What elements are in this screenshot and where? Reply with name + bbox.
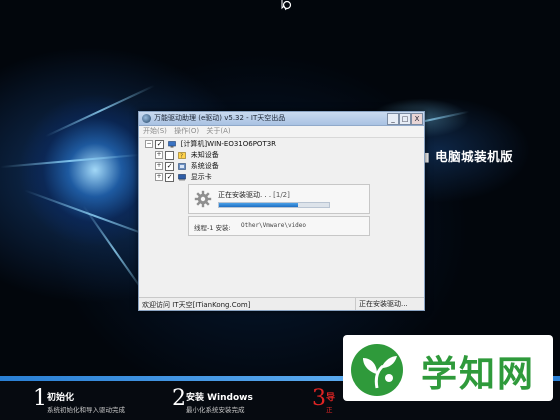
step-title: 安装 Windows	[186, 393, 253, 403]
tree-item-label: 显示卡	[190, 173, 212, 181]
step-title: 初始化	[47, 393, 75, 403]
tree-root-label: [计算机]WIN-EO31O6POT3R	[180, 140, 277, 148]
progress-bar-fill	[219, 203, 299, 207]
menu-operation[interactable]: 操作(O)	[174, 127, 199, 135]
checkbox-checked[interactable]: ✓	[165, 172, 175, 182]
watermark-text: 学知网	[421, 354, 536, 395]
step-number: 1	[33, 386, 47, 411]
checkbox-checked[interactable]: ✓	[155, 139, 165, 149]
display-adapter-icon	[178, 173, 187, 180]
mouse-cursor-icon	[281, 0, 292, 11]
unknown-device-icon: ?	[178, 151, 187, 159]
minimize-button[interactable]: _	[387, 113, 399, 125]
step-subtitle: 最小化系统安装完成	[186, 406, 245, 414]
watermark-logo: 学知网	[343, 335, 553, 401]
brand-line: ■ 电脑城装机版	[418, 149, 514, 164]
tree-item-label: 系统设备	[190, 162, 219, 170]
computer-icon	[168, 140, 177, 147]
tree-item-row[interactable]: + ✓ 系统设备	[145, 161, 276, 172]
step-number: 3	[312, 386, 326, 411]
progress-count: [1/2]	[273, 191, 290, 199]
progress-label: 正在安装驱动. . . [1/2]	[218, 190, 290, 200]
expand-icon[interactable]: +	[155, 173, 163, 181]
step-title: 导	[326, 393, 336, 403]
step-subtitle: 系统初始化和导入驱动完成	[47, 406, 125, 414]
step-subtitle: 正	[326, 406, 333, 414]
thread-path: Other\Vmware\video	[241, 222, 307, 229]
status-activity-text: 正在安装驱动...	[355, 298, 424, 310]
tree-item-label: 未知设备	[190, 151, 219, 159]
status-welcome-text[interactable]: 欢迎访问 IT天空[ITianKong.Com]	[142, 300, 250, 310]
tree-item-row[interactable]: + ? 未知设备	[145, 150, 276, 161]
light-streak	[0, 153, 140, 169]
collapse-icon[interactable]: −	[145, 140, 153, 148]
window-title: 万能驱动助理 (e驱动) v5.32 - IT天空出品	[154, 114, 286, 122]
close-button[interactable]: X	[411, 113, 423, 125]
menu-about[interactable]: 关于(A)	[206, 127, 230, 135]
checkbox-unchecked[interactable]	[165, 150, 175, 160]
driver-assistant-window: 万能驱动助理 (e驱动) v5.32 - IT天空出品 _ □ X 开始(S) …	[138, 111, 425, 311]
thread-status-panel: 线程-1 安装: Other\Vmware\video	[188, 216, 370, 236]
maximize-button[interactable]: □	[399, 113, 411, 125]
install-progress-panel: 正在安装驱动. . . [1/2]	[188, 184, 370, 214]
tree-item-row[interactable]: + ✓ 显示卡	[145, 172, 276, 183]
progress-bar	[218, 202, 330, 208]
app-icon	[142, 114, 151, 123]
thread-label: 线程-1 安装:	[194, 224, 231, 232]
sprout-logo-icon	[351, 344, 403, 396]
gear-icon	[194, 190, 212, 208]
menu-start[interactable]: 开始(S)	[143, 127, 167, 135]
checkbox-checked[interactable]: ✓	[165, 161, 175, 171]
menu-bar: 开始(S) 操作(O) 关于(A)	[139, 126, 424, 138]
tree-root-row[interactable]: − ✓ [计算机]WIN-EO31O6POT3R	[145, 139, 276, 150]
expand-icon[interactable]: +	[155, 162, 163, 170]
system-device-icon	[178, 162, 187, 170]
svg-text:?: ?	[181, 153, 184, 158]
status-bar: 欢迎访问 IT天空[ITianKong.Com] 正在安装驱动...	[139, 297, 424, 310]
device-tree: − ✓ [计算机]WIN-EO31O6POT3R + ? 未知设备 + ✓ 系统…	[145, 139, 276, 183]
progress-text: 正在安装驱动. . .	[218, 191, 272, 199]
expand-icon[interactable]: +	[155, 151, 163, 159]
step-number: 2	[172, 386, 186, 411]
title-bar[interactable]: 万能驱动助理 (e驱动) v5.32 - IT天空出品 _ □ X	[139, 112, 424, 126]
